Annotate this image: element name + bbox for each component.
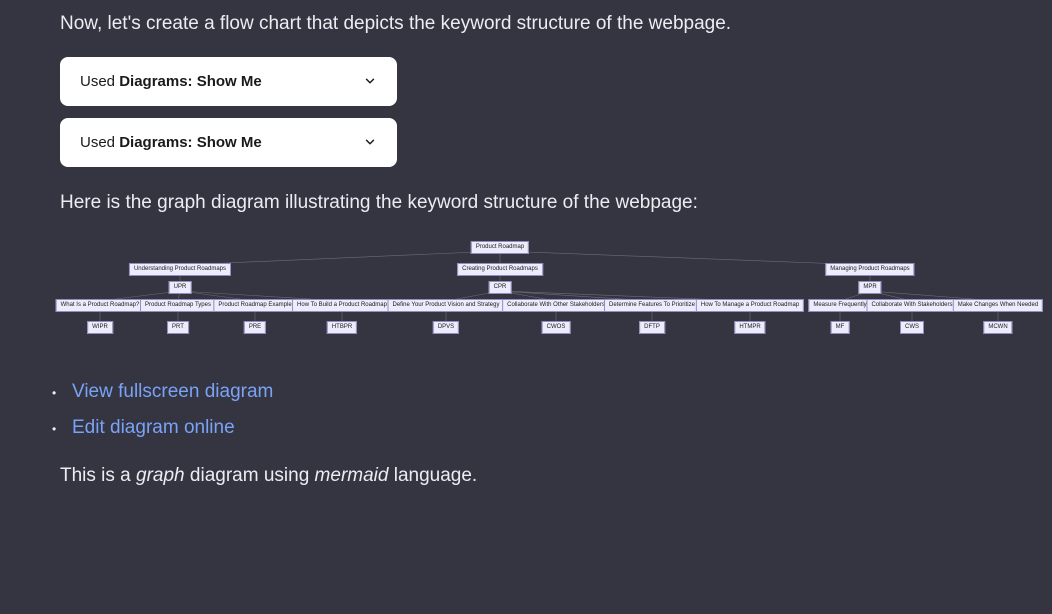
diagram-node: HTMPR bbox=[734, 321, 765, 334]
link-edit-online[interactable]: Edit diagram online bbox=[72, 417, 235, 438]
diagram-node: CPR bbox=[489, 281, 512, 294]
diagram-node: How To Manage a Product Roadmap bbox=[696, 299, 804, 312]
diagram-node: Collaborate With Other Stakeholders bbox=[502, 299, 610, 312]
diagram-node: MF bbox=[831, 321, 850, 334]
diagram-image[interactable]: Product Roadmap Understanding Product Roa… bbox=[60, 241, 1040, 341]
collapsible-used-diagrams-1[interactable]: Used Diagrams: Show Me bbox=[60, 57, 397, 106]
diagram-node: Product Roadmap Example bbox=[213, 299, 296, 312]
intro-text: Now, let's create a flow chart that depi… bbox=[60, 10, 992, 39]
diagram-node: DPVS bbox=[433, 321, 459, 334]
collapsible-used-diagrams-2[interactable]: Used Diagrams: Show Me bbox=[60, 118, 397, 167]
link-view-fullscreen[interactable]: View fullscreen diagram bbox=[72, 381, 273, 402]
diagram-node: Determine Features To Prioritize bbox=[604, 299, 700, 312]
diagram-node: Managing Product Roadmaps bbox=[825, 263, 914, 276]
diagram-node: Understanding Product Roadmaps bbox=[129, 263, 231, 276]
diagram-node: DFTP bbox=[639, 321, 665, 334]
diagram-node: Define Your Product Vision and Strategy bbox=[388, 299, 505, 312]
diagram-node: WIPR bbox=[87, 321, 113, 334]
diagram-node: How To Build a Product Roadmap bbox=[292, 299, 392, 312]
diagram-node: PRT bbox=[167, 321, 189, 334]
result-text: Here is the graph diagram illustrating t… bbox=[60, 189, 992, 218]
diagram-node: PRE bbox=[244, 321, 266, 334]
diagram-node: Product Roadmap bbox=[471, 241, 529, 254]
diagram-node: UPR bbox=[169, 281, 192, 294]
diagram-node: HTBPR bbox=[327, 321, 357, 334]
diagram-node: What Is a Product Roadmap? bbox=[56, 299, 145, 312]
chevron-down-icon bbox=[363, 135, 377, 149]
collapsible-label: Used Diagrams: Show Me bbox=[80, 73, 262, 90]
collapsible-label: Used Diagrams: Show Me bbox=[80, 134, 262, 151]
diagram-node: Product Roadmap Types bbox=[140, 299, 216, 312]
footer-text: This is a graph diagram using mermaid la… bbox=[60, 465, 992, 487]
diagram-node: Creating Product Roadmaps bbox=[457, 263, 543, 276]
diagram-node: Measure Frequently bbox=[808, 299, 871, 312]
diagram-node: CWS bbox=[900, 321, 924, 334]
chevron-down-icon bbox=[363, 74, 377, 88]
diagram-node: Make Changes When Needed bbox=[953, 299, 1043, 312]
diagram-node: CWOS bbox=[542, 321, 571, 334]
diagram-node: MCWN bbox=[983, 321, 1012, 334]
diagram-node: Collaborate With Stakeholders bbox=[866, 299, 957, 312]
diagram-node: MPR bbox=[858, 281, 881, 294]
